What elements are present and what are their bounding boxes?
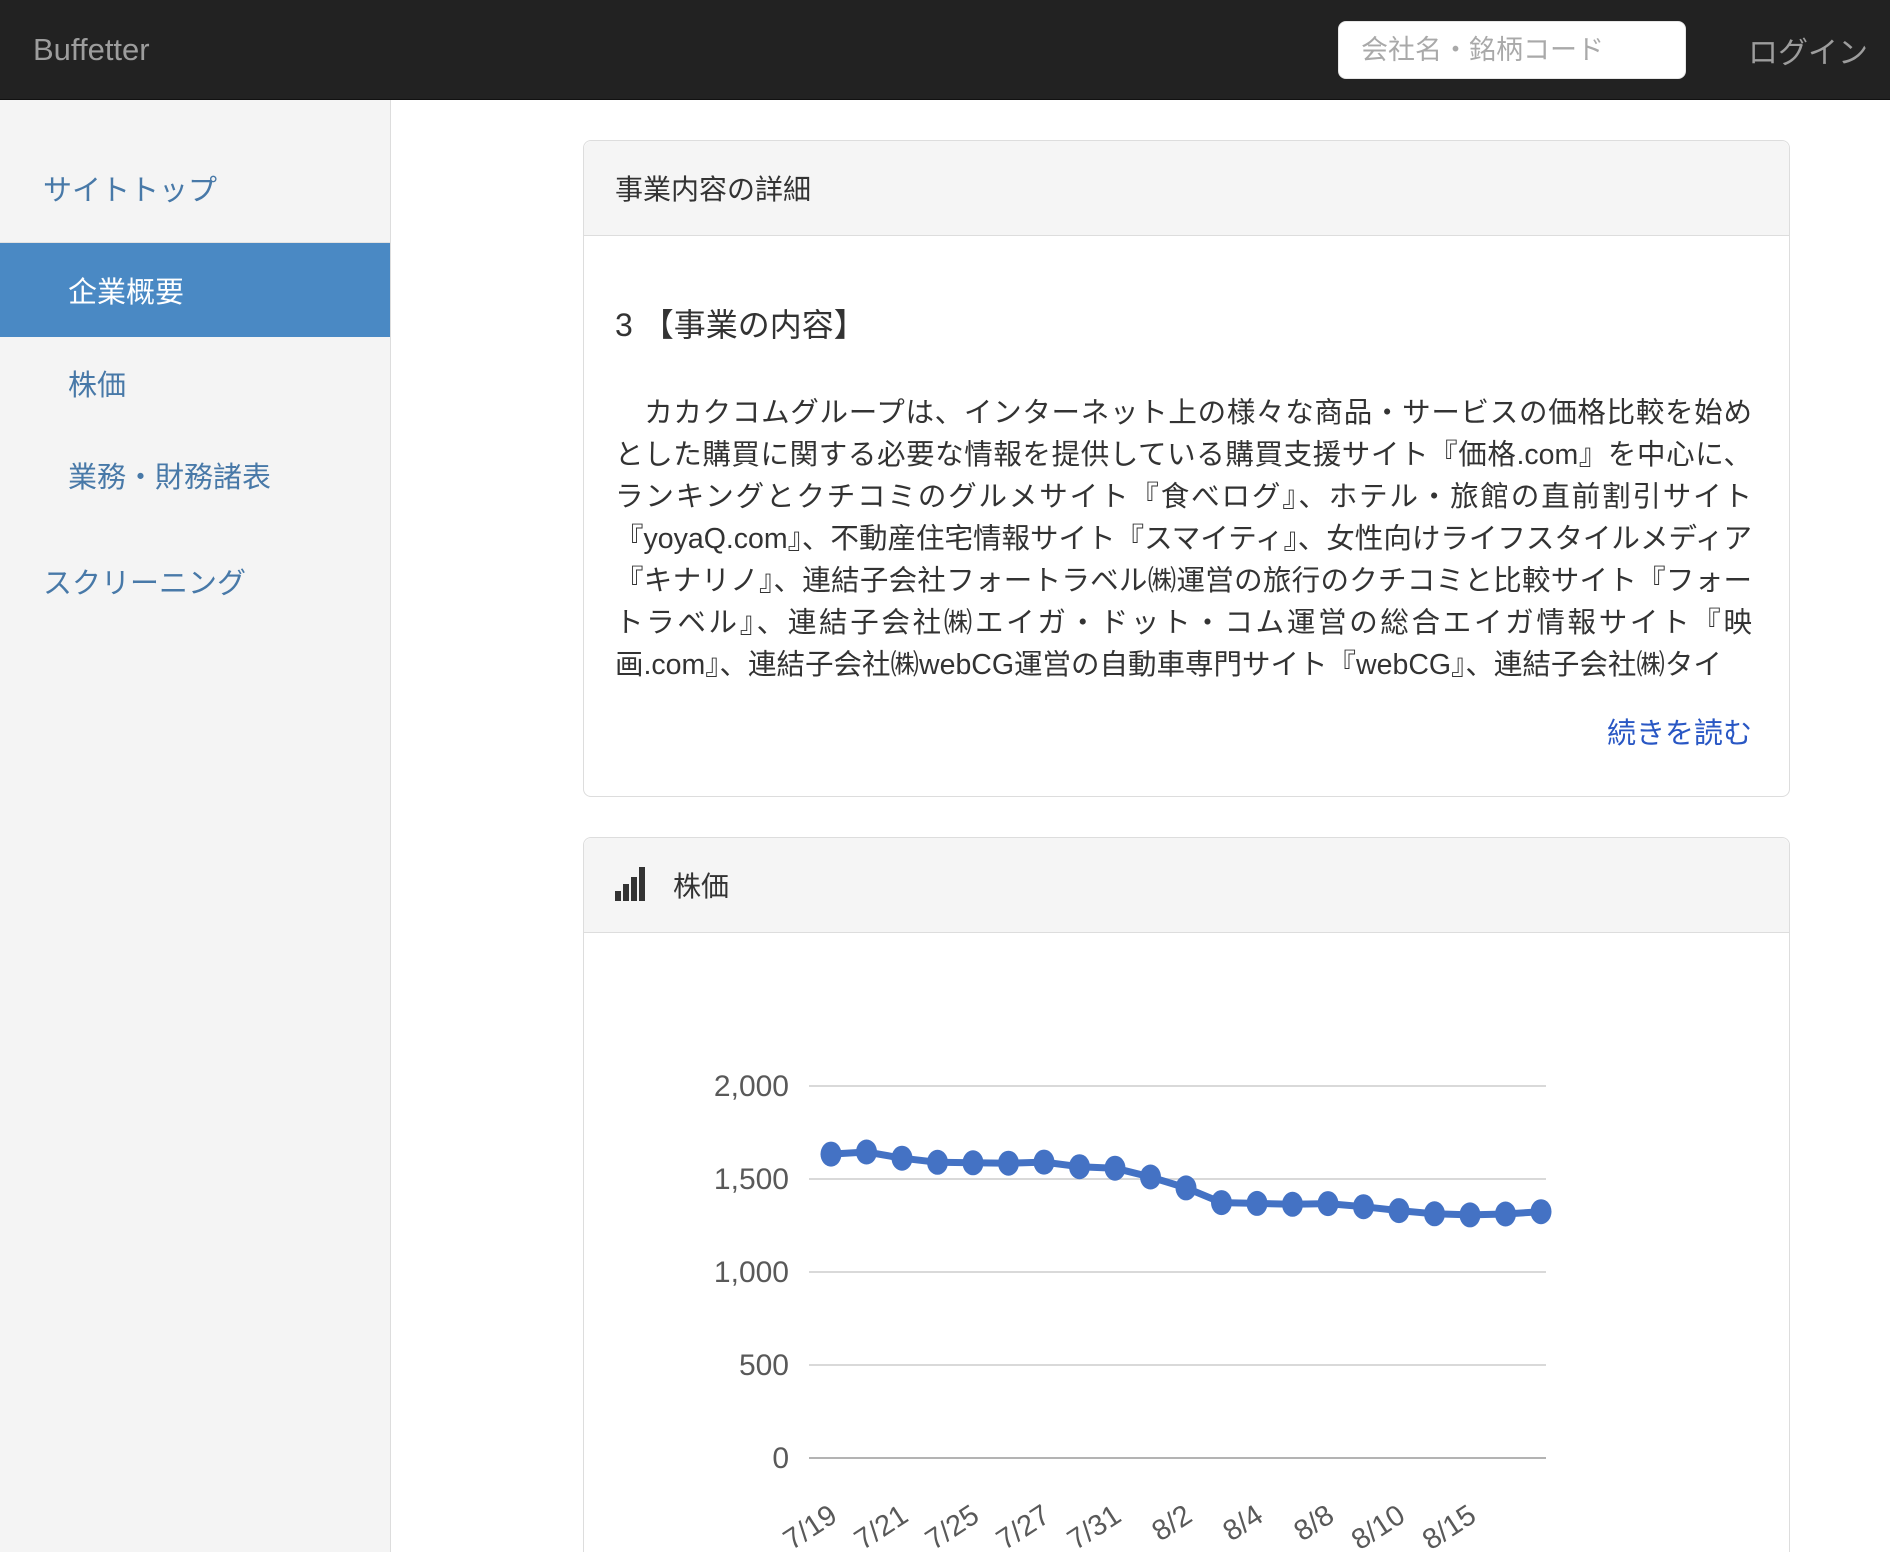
svg-text:1,000: 1,000 — [714, 1256, 789, 1289]
company-search-input[interactable] — [1338, 21, 1686, 79]
main-content: 事業内容の詳細 3 【事業の内容】 カカクコムグループは、インターネット上の様々… — [391, 100, 1890, 1552]
sidebar-item-screening[interactable]: スクリーニング — [0, 535, 390, 627]
stock-price-title: 株価 — [673, 865, 729, 905]
svg-text:7/31: 7/31 — [1062, 1499, 1127, 1552]
top-navbar: Buffetter ログイン — [0, 0, 1890, 100]
sidebar-item-financial-statements[interactable]: 業務・財務諸表 — [0, 429, 390, 521]
svg-text:8/8: 8/8 — [1289, 1499, 1340, 1548]
svg-text:2,000: 2,000 — [714, 1070, 789, 1103]
read-more-row: 続きを読む — [615, 710, 1752, 752]
stock-price-card: 株価 0 500 1,000 1,500 2,000 7/197/217/257/277/… — [583, 837, 1790, 1552]
sidebar-gap — [0, 521, 390, 535]
login-link[interactable]: ログイン — [1748, 28, 1868, 72]
stock-price-header: 株価 — [584, 838, 1789, 933]
business-description-text: カカクコムグループは、インターネット上の様々な商品・サービスの価格比較を始めとし… — [615, 392, 1752, 686]
svg-text:8/2: 8/2 — [1147, 1499, 1198, 1548]
stock-price-chart-body: 0 500 1,000 1,500 2,000 7/197/217/257/277/31 8… — [584, 933, 1789, 1552]
svg-text:7/19: 7/19 — [778, 1499, 843, 1552]
svg-text:7/27: 7/27 — [991, 1499, 1056, 1552]
svg-text:7/21: 7/21 — [849, 1499, 914, 1552]
svg-text:0: 0 — [772, 1442, 789, 1475]
sidebar-item-stock-price[interactable]: 株価 — [0, 337, 390, 429]
business-details-body: 3 【事業の内容】 カカクコムグループは、インターネット上の様々な商品・サービス… — [584, 236, 1789, 796]
svg-text:1,500: 1,500 — [714, 1163, 789, 1196]
business-details-header: 事業内容の詳細 — [584, 141, 1789, 236]
business-details-title: 事業内容の詳細 — [615, 168, 811, 208]
svg-text:500: 500 — [739, 1349, 789, 1382]
svg-text:8/4: 8/4 — [1218, 1499, 1269, 1548]
svg-text:8/15: 8/15 — [1417, 1499, 1482, 1552]
stock-price-line-chart: 0 500 1,000 1,500 2,000 7/197/217/257/277/31 8… — [584, 933, 1789, 1552]
navbar-right-group: ログイン — [1338, 0, 1876, 100]
sidebar-item-site-top[interactable]: サイトトップ — [0, 142, 390, 234]
read-more-link[interactable]: 続きを読む — [1607, 718, 1752, 750]
svg-text:7/25: 7/25 — [920, 1499, 985, 1552]
svg-text:8/10: 8/10 — [1346, 1499, 1411, 1552]
business-details-card: 事業内容の詳細 3 【事業の内容】 カカクコムグループは、インターネット上の様々… — [583, 140, 1790, 797]
sidebar-nav: サイトトップ 企業概要 株価 業務・財務諸表 スクリーニング — [0, 100, 391, 1552]
page-layout: サイトトップ 企業概要 株価 業務・財務諸表 スクリーニング 事業内容の詳細 3… — [0, 100, 1890, 1552]
brand-logo[interactable]: Buffetter — [33, 32, 150, 68]
sidebar-item-company-overview[interactable]: 企業概要 — [0, 243, 390, 337]
business-section-heading: 3 【事業の内容】 — [615, 300, 1752, 346]
bar-chart-icon — [615, 867, 647, 903]
